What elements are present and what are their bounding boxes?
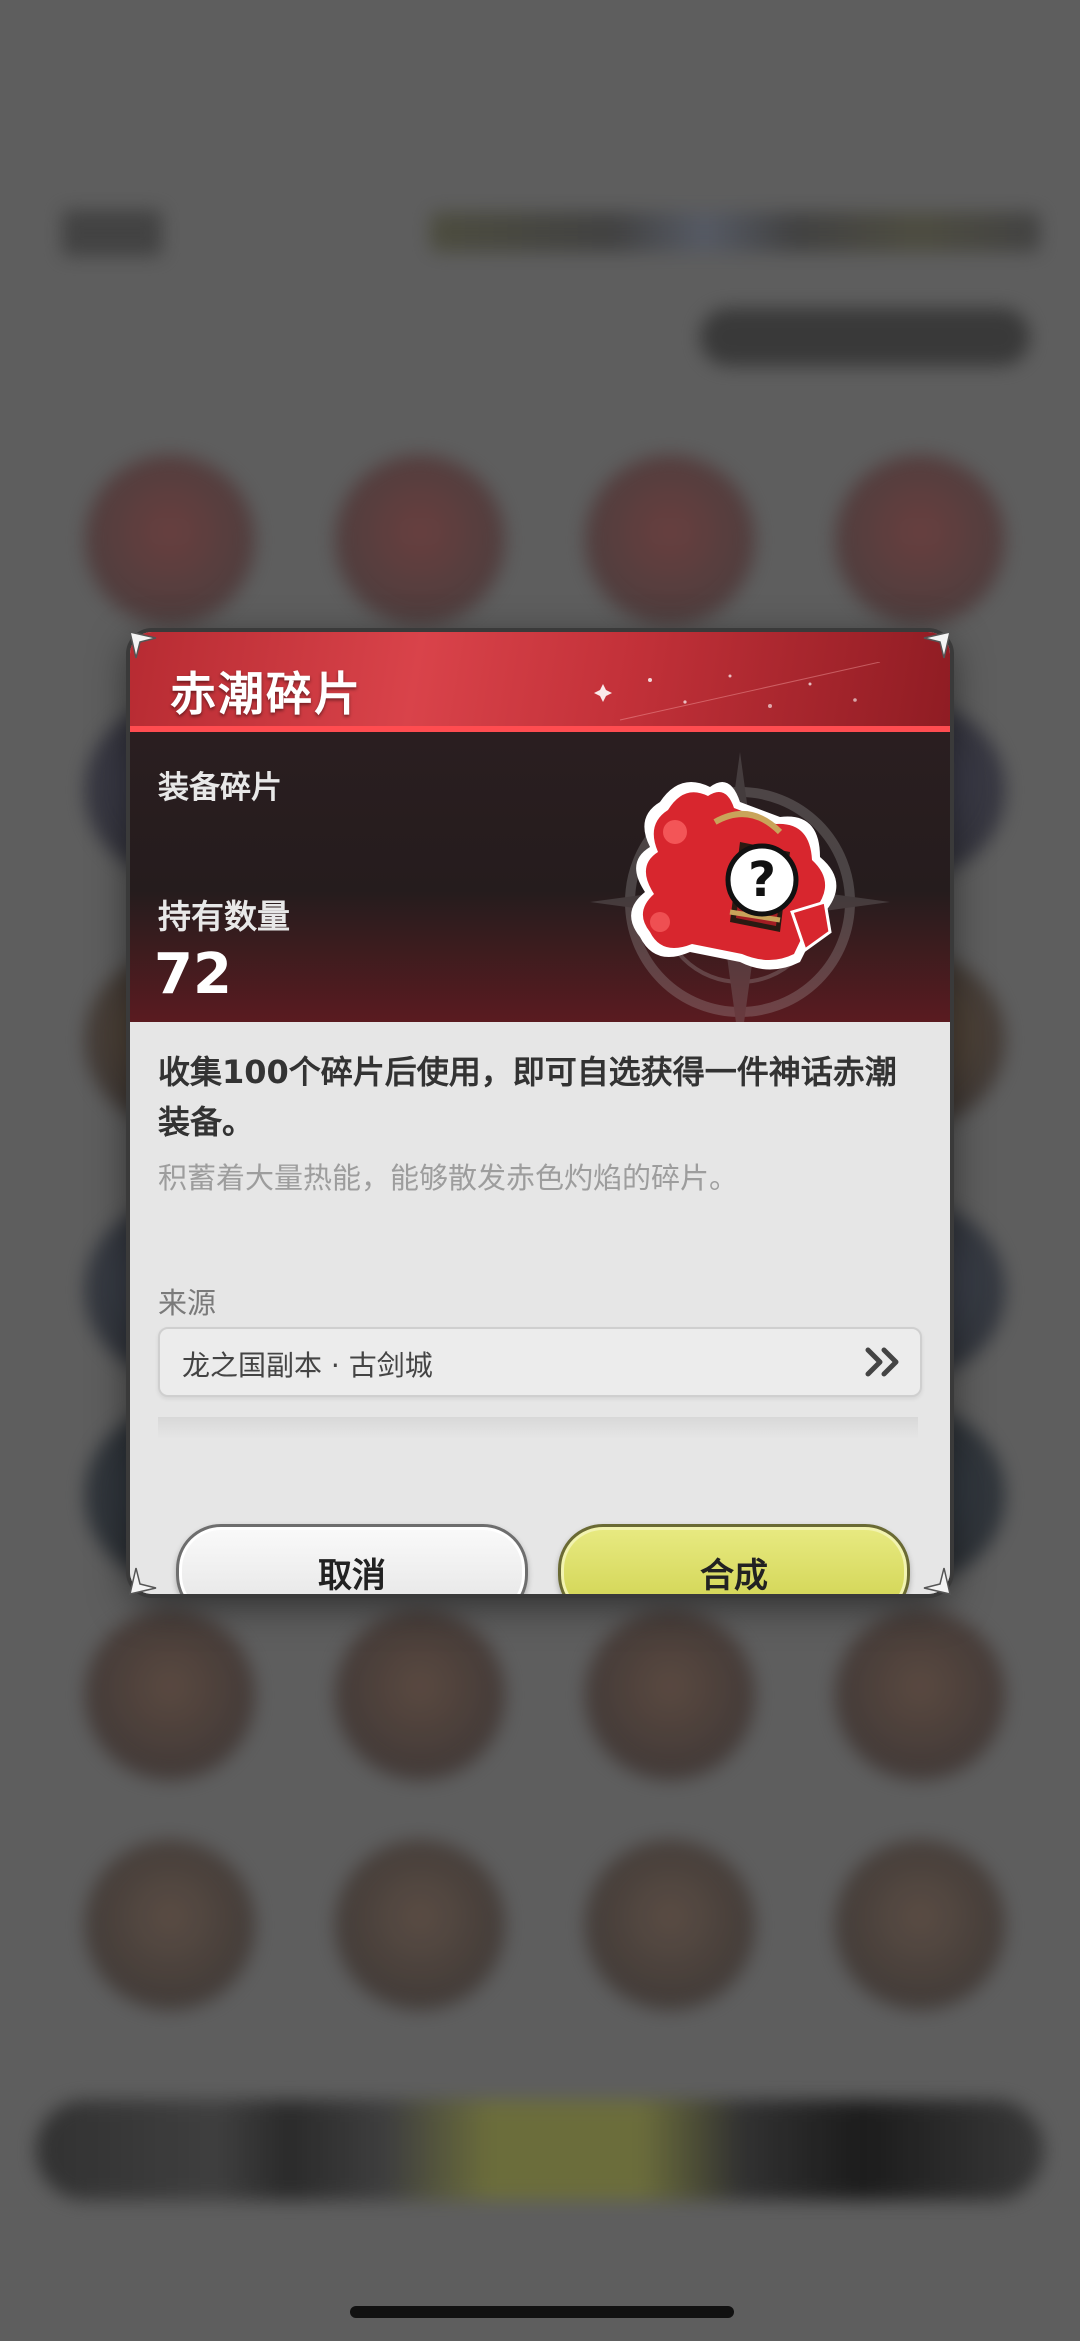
corner-ornament-icon: [128, 1566, 158, 1596]
source-text: 龙之国副本 · 古剑城: [182, 1349, 433, 1382]
background-item-slot: [335, 455, 505, 625]
quantity-label: 持有数量: [158, 897, 290, 936]
mystery-equipment-fragment-icon: ?: [631, 782, 837, 970]
background-item-slot: [585, 1840, 755, 2010]
item-flavor-text: 积蓄着大量热能，能够散发赤色灼焰的碎片。: [158, 1161, 739, 1195]
source-link[interactable]: 龙之国副本 · 古剑城: [158, 1327, 922, 1397]
dialog-title-bar: 赤潮碎片: [130, 632, 950, 732]
background-filter-pill: [700, 308, 1030, 366]
corner-ornament-icon: [922, 1566, 952, 1596]
background-tabs: [430, 212, 1040, 252]
background-item-slot: [335, 1610, 505, 1780]
double-chevron-right-icon: [865, 1347, 899, 1377]
corner-ornament-icon: [922, 630, 952, 660]
background-item-slot: [835, 1610, 1005, 1780]
item-description: 收集100个碎片后使用，即可自选获得一件神话赤潮装备。: [158, 1053, 897, 1141]
background-item-slot: [835, 1840, 1005, 2010]
home-indicator: [350, 2306, 734, 2318]
section-divider: [158, 1417, 918, 1439]
background-bottom-nav: [36, 2100, 1044, 2200]
dialog-frame: 赤潮碎片 装备碎片 持有数量 72 ? 收集100个碎片后使用，即可自选获得一件…: [130, 632, 950, 1594]
background-item-slot: [835, 455, 1005, 625]
quantity-value: 72: [154, 942, 232, 1007]
item-header-panel: 装备碎片 持有数量 72 ?: [130, 732, 950, 1022]
cancel-button[interactable]: 取消: [176, 1524, 528, 1594]
corner-ornament-icon: [128, 630, 158, 660]
background-item-slot: [85, 1610, 255, 1780]
background-item-slot: [85, 455, 255, 625]
dialog-title: 赤潮碎片: [170, 667, 362, 721]
background-item-slot: [585, 1610, 755, 1780]
item-category: 装备碎片: [158, 770, 282, 806]
combine-button[interactable]: 合成: [558, 1524, 910, 1594]
dialog-body: 收集100个碎片后使用，即可自选获得一件神话赤潮装备。 积蓄着大量热能，能够散发…: [130, 1022, 950, 1594]
fragment-detail-dialog: 赤潮碎片 装备碎片 持有数量 72 ? 收集100个碎片后使用，即可自选获得一件…: [128, 630, 952, 1596]
background-item-slot: [85, 1840, 255, 2010]
svg-text:?: ?: [748, 852, 776, 908]
background-item-slot: [585, 455, 755, 625]
source-label: 来源: [158, 1286, 217, 1320]
sparkle-decoration-icon: [594, 662, 881, 721]
background-title: [62, 210, 162, 256]
background-item-slot: [335, 1840, 505, 2010]
